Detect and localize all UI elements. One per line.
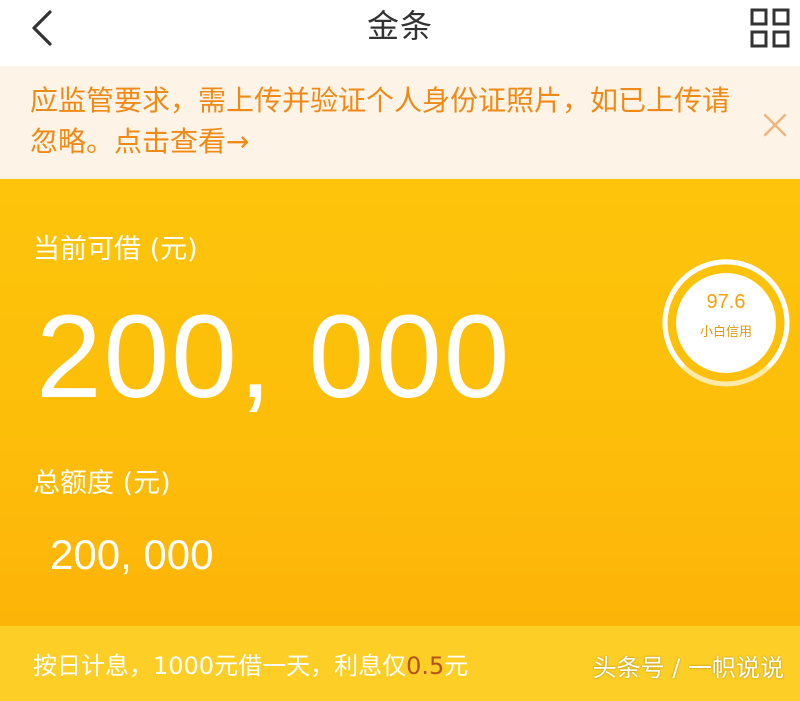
watermark: 头条号 / 一帜说说 [592, 654, 784, 682]
interest-text-before: 按日计息，1000元借一天，利息仅 [33, 652, 407, 680]
credit-score-label: 小白信用 [699, 325, 752, 340]
notice-close-button[interactable] [760, 110, 790, 140]
credit-score-badge[interactable]: 97.6 小白信用 [660, 257, 792, 389]
available-amount: 200, 000 [36, 291, 512, 423]
app-header: 金条 [0, 0, 800, 62]
interest-text-after: 元 [444, 652, 469, 680]
page-title: 金条 [366, 7, 433, 45]
grid-icon [750, 8, 790, 48]
interest-info: 按日计息，1000元借一天，利息仅0.5元 [33, 646, 468, 681]
more-menu-button[interactable] [750, 8, 790, 48]
notice-banner: 应监管要求，需上传并验证个人身份证照片，如已上传请忽略。点击查看→ [0, 66, 800, 179]
page: 金条 应监管要求，需上传并验证个人身份证照片，如已上传请忽略。点击查看→ 当前可… [0, 0, 800, 701]
interest-rate: 0.5 [406, 652, 445, 680]
available-label: 当前可借 (元) [33, 234, 198, 265]
total-amount: 200, 000 [50, 531, 214, 578]
close-icon [763, 113, 787, 137]
total-label: 总额度 (元) [33, 468, 171, 499]
credit-score-value: 97.6 [706, 291, 746, 313]
credit-panel: 当前可借 (元) 200, 000 总额度 (元) 200, 000 97.6 … [0, 179, 800, 626]
interest-bar: 按日计息，1000元借一天，利息仅0.5元 头条号 / 一帜说说 [0, 626, 800, 701]
notice-text[interactable]: 应监管要求，需上传并验证个人身份证照片，如已上传请忽略。点击查看→ [30, 80, 750, 162]
